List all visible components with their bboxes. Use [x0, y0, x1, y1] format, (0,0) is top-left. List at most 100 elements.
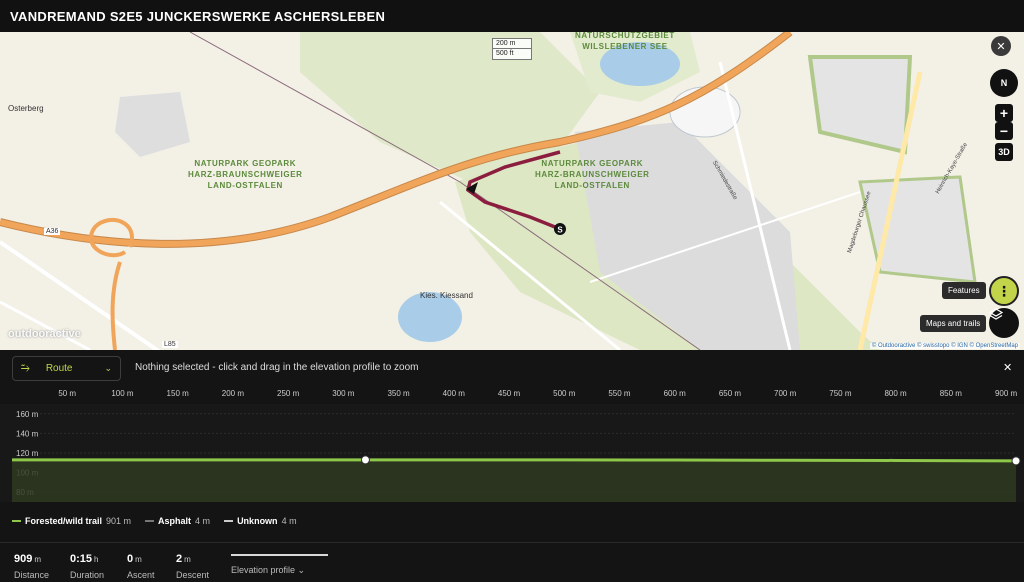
zoom-out-button[interactable]: − [995, 122, 1013, 140]
close-icon: ✕ [996, 40, 1006, 53]
legend-name: Unknown [237, 516, 278, 526]
label-park-east-line1: NATURPARK GEOPARK [541, 159, 644, 168]
label-naturpark-east: NATURPARK GEOPARK HARZ-BRAUNSCHWEIGER LA… [535, 158, 650, 191]
legend-item: Unknown 4 m [224, 516, 297, 526]
x-tick-label: 250 m [277, 389, 300, 398]
stat-distance: 909 m Distance [14, 549, 49, 580]
route-dropdown-label: Route [45, 363, 73, 374]
duration-value: 0:15 [70, 553, 93, 565]
stat-duration: 0:15 h Duration [70, 549, 104, 580]
compass-icon: N [1000, 78, 1008, 88]
x-tick-label: 600 m [664, 389, 687, 398]
descent-label: Descent [176, 570, 210, 580]
x-tick-label: 300 m [332, 389, 355, 398]
chevron-down-icon: ⌄ [104, 363, 112, 373]
legend-value: 901 m [106, 516, 132, 526]
x-tick-label: 350 m [387, 389, 410, 398]
outdooractive-watermark: outdooractive [8, 328, 81, 340]
map[interactable]: S Osterberg NATURSCHUTZGEBIET WILSLEBENE… [0, 32, 1024, 350]
elevation-line [12, 458, 1017, 463]
map-attribution[interactable]: © Outdooractive © swisstopo © IGN © Open… [869, 343, 1020, 349]
label-osterberg: Osterberg [8, 104, 44, 113]
elevation-area [12, 459, 1016, 502]
3d-toggle-button[interactable]: 3D [995, 143, 1013, 161]
scale-imperial: 500 ft [492, 49, 532, 60]
maps-trails-button[interactable] [989, 308, 1019, 338]
descent-value: 2 [176, 553, 183, 565]
scale-metric: 200 m [492, 38, 532, 49]
label-park-east-line2: HARZ-BRAUNSCHWEIGER [535, 170, 650, 179]
x-tick-label: 200 m [222, 389, 245, 398]
stats-divider [0, 542, 1024, 543]
plus-icon: + [999, 105, 1009, 121]
label-a36: A36 [44, 228, 61, 235]
x-tick-label: 650 m [719, 389, 742, 398]
x-tick-label: 400 m [443, 389, 466, 398]
features-button[interactable]: ⋮ [989, 276, 1019, 306]
duration-unit: h [94, 555, 99, 564]
stat-descent: 2m Descent [176, 549, 209, 580]
app-root: VANDREMAND S2E5 JUNCKERSWERKE ASCHERSLEB… [0, 0, 1024, 582]
layers-icon [989, 308, 1003, 320]
stat-ascent: 0m Ascent [127, 549, 155, 580]
x-tick-label: 800 m [884, 389, 907, 398]
selection-hint: Nothing selected - click and drag in the… [135, 362, 419, 373]
label-park-east-line3: LAND-OSTFALEN [554, 181, 630, 190]
elevation-profile-tab-label: Elevation profile ⌄ [231, 565, 306, 575]
legend-swatch [12, 520, 21, 522]
features-tooltip: Features [942, 282, 986, 299]
distance-label: Distance [14, 570, 50, 580]
y-tick-label: 160 m [16, 410, 39, 419]
distance-unit: m [34, 555, 42, 564]
legend-value: 4 m [281, 516, 297, 526]
descent-unit: m [184, 555, 191, 564]
legend-item: Forested/wild trail 901 m [12, 516, 131, 526]
compass-button[interactable]: N [990, 69, 1018, 97]
elevation-marker [1011, 456, 1021, 466]
label-naturschutzgebiet: NATURSCHUTZGEBIET WILSLEBENER SEE [575, 32, 675, 52]
route-dropdown[interactable]: ⥲ Route ⌄ [12, 356, 121, 381]
quarry-area [115, 92, 190, 157]
x-tick-label: 450 m [498, 389, 521, 398]
map-scale: 200 m 500 ft [492, 38, 532, 60]
x-tick-label: 100 m [111, 389, 134, 398]
label-park-west-line1: NATURPARK GEOPARK [194, 159, 297, 168]
label-naturschutz-line1: NATURSCHUTZGEBIET [575, 32, 675, 40]
bottom-panel: ⥲ Route ⌄ Nothing selected - click and d… [0, 350, 1024, 582]
x-tick-label: 50 m [58, 389, 76, 398]
3d-label: 3D [998, 147, 1010, 157]
elevation-profile-chart[interactable]: 50 m 100 m 150 m 200 m 250 m 300 m 350 m 400 m 4… [0, 384, 1024, 510]
x-tick-label: 150 m [167, 389, 190, 398]
label-l85: L85 [162, 341, 178, 348]
ascent-value: 0 [127, 553, 134, 565]
label-park-west-line2: HARZ-BRAUNSCHWEIGER [188, 170, 303, 179]
elevation-marker [360, 455, 370, 465]
distance-value: 909 [14, 553, 33, 565]
x-tick-label: 850 m [940, 389, 963, 398]
close-panel-button[interactable]: ✕ [1003, 361, 1012, 374]
x-tick-label: 500 m [553, 389, 576, 398]
start-marker-label: S [557, 226, 563, 235]
legend-swatch [224, 520, 234, 522]
ascent-label: Ascent [127, 570, 155, 580]
stats-bar: 909 m Distance 0:15 h Duration 0m Ascent 2… [0, 549, 1024, 581]
maps-trails-tooltip: Maps and trails [920, 315, 987, 332]
page-title: VANDREMAND S2E5 JUNCKERSWERKE ASCHERSLEB… [10, 8, 386, 24]
tab-indicator [231, 554, 328, 556]
legend-name: Asphalt [158, 516, 192, 526]
label-naturpark-west: NATURPARK GEOPARK HARZ-BRAUNSCHWEIGER LA… [188, 158, 303, 191]
x-tick-label: 700 m [774, 389, 797, 398]
zoom-in-button[interactable]: + [995, 104, 1013, 122]
minus-icon: − [999, 123, 1009, 139]
x-tick-label: 750 m [829, 389, 852, 398]
x-tick-label: 550 m [608, 389, 631, 398]
town-area-north [807, 55, 913, 155]
y-tick-label: 140 m [16, 429, 39, 438]
more-vertical-icon: ⋮ [997, 282, 1011, 299]
y-tick-label: 120 m [16, 449, 39, 458]
header: VANDREMAND S2E5 JUNCKERSWERKE ASCHERSLEB… [0, 0, 1024, 32]
elevation-profile-tab[interactable]: Elevation profile ⌄ [231, 554, 328, 576]
close-map-button[interactable]: ✕ [991, 36, 1011, 56]
legend-item: Asphalt 4 m [145, 516, 210, 526]
label-park-west-line3: LAND-OSTFALEN [207, 181, 283, 190]
